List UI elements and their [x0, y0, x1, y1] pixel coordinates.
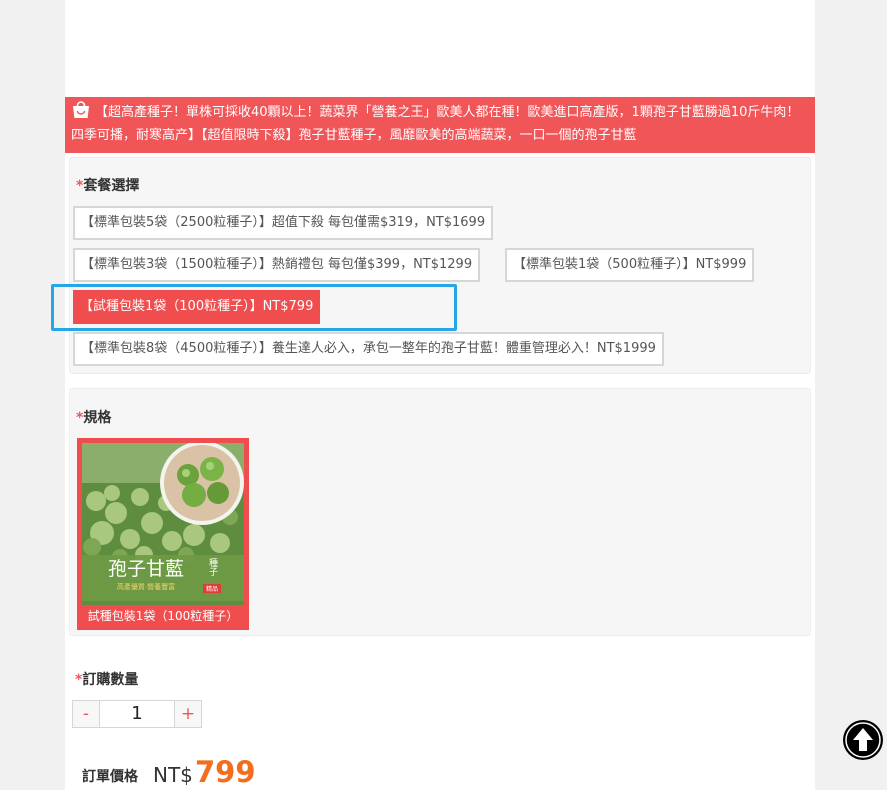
spec-option-caption: 試種包裝1袋（100粒種子） — [87, 609, 239, 623]
product-page: 【超高產種子！單株可採收40顆以上！蔬菜界「營養之王」歐美人都在種！歐美進口高產… — [65, 0, 815, 790]
selection-highlight-frame — [51, 284, 457, 331]
quantity-input[interactable]: 1 — [100, 700, 174, 728]
quantity-stepper: - 1 + — [72, 700, 202, 728]
brussels-sprout-product-image: 孢子甘藍 高產優質·營養豐富 種子 精品 — [82, 443, 244, 605]
spec-option-card[interactable]: 孢子甘藍 高產優質·營養豐富 種子 精品 試種包裝1袋（100粒種子） — [77, 438, 249, 630]
image-badge: 精品 — [206, 585, 218, 593]
image-product-name: 孢子甘藍 — [108, 558, 184, 580]
spec-label: *規格 — [76, 410, 112, 426]
quantity-increase-button[interactable]: + — [174, 700, 202, 728]
order-price-label: 訂單價格 — [82, 769, 138, 785]
product-title-banner: 【超高產種子！單株可採收40顆以上！蔬菜界「營養之王」歐美人都在種！歐美進口高產… — [65, 97, 815, 153]
sprout-illustration: 孢子甘藍 高產優質·營養豐富 種子 精品 — [82, 443, 244, 605]
price-amount: 799 — [195, 755, 256, 789]
spec-panel: *規格 孢子甘藍 高產優質·營養豐富 種子 精品 試種包裝1袋（100粒種子） — [69, 388, 811, 636]
back-to-top-button[interactable] — [843, 720, 883, 760]
price-currency: NT$ — [153, 763, 193, 787]
product-title: 【超高產種子！單株可採收40顆以上！蔬菜界「營養之王」歐美人都在種！歐美進口高產… — [71, 105, 800, 143]
package-option-1-bag[interactable]: 【標準包裝1袋（500粒種子）】NT$999 — [505, 248, 755, 282]
shopping-bag-icon — [73, 101, 89, 118]
package-option-8-bags[interactable]: 【標準包裝8袋（4500粒種子）】養生達人必入，承包一整年的孢子甘藍！體重管理必… — [73, 332, 664, 366]
image-subtitle: 高產優質·營養豐富 — [117, 582, 175, 591]
quantity-label: *訂購數量 — [75, 672, 139, 688]
package-option-5-bags[interactable]: 【標準包裝5袋（2500粒種子）】超值下殺 每包僅需$319，NT$1699 — [73, 206, 494, 240]
package-panel: *套餐選擇 【標準包裝5袋（2500粒種子）】超值下殺 每包僅需$319，NT$… — [69, 157, 811, 374]
package-label: *套餐選擇 — [76, 178, 140, 194]
back-to-top-icon — [845, 722, 881, 758]
quantity-decrease-button[interactable]: - — [72, 700, 100, 728]
package-option-3-bags[interactable]: 【標準包裝3袋（1500粒種子）】熱銷禮包 每包僅$399，NT$1299 — [73, 248, 481, 282]
image-side-text: 種子 — [208, 558, 218, 576]
